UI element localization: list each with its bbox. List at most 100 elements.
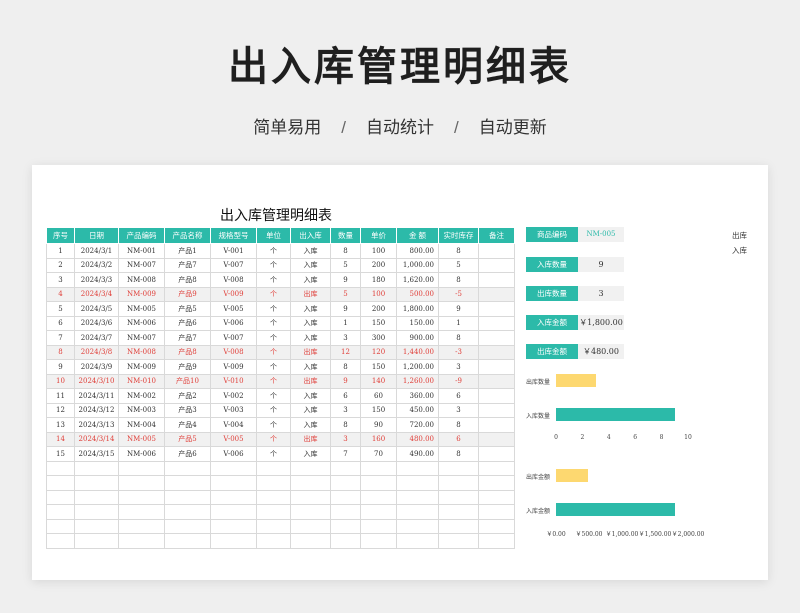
empty-cell[interactable] [46,460,75,476]
cell-note[interactable] [478,257,515,273]
empty-cell[interactable] [396,460,439,476]
cell-unit[interactable]: 个 [256,243,291,259]
cell-stock[interactable]: 5 [438,257,479,273]
cell-date[interactable]: 2024/3/15 [74,446,119,462]
cell-date[interactable]: 2024/3/10 [74,373,119,389]
cell-amount[interactable]: 1,440.00 [396,344,439,360]
empty-cell[interactable] [256,504,291,520]
cell-note[interactable] [478,315,515,331]
cell-note[interactable] [478,446,515,462]
cell-unit[interactable]: 个 [256,431,291,447]
cell-date[interactable]: 2024/3/1 [74,243,119,259]
cell-date[interactable]: 2024/3/3 [74,272,119,288]
cell-spec[interactable]: V-001 [210,243,257,259]
cell-price[interactable]: 70 [360,446,397,462]
product-code-select[interactable]: NM-005 [578,227,624,242]
empty-cell[interactable] [330,475,361,491]
cell-stock[interactable]: 8 [438,272,479,288]
cell-name[interactable]: 产品5 [164,431,211,447]
cell-spec[interactable]: V-006 [210,315,257,331]
cell-date[interactable]: 2024/3/9 [74,359,119,375]
cell-spec[interactable]: V-007 [210,330,257,346]
cell-price[interactable]: 180 [360,272,397,288]
cell-unit[interactable]: 个 [256,330,291,346]
cell-note[interactable] [478,243,515,259]
empty-cell[interactable] [164,504,211,520]
cell-stock[interactable]: -3 [438,344,479,360]
column-header[interactable]: 产品编码 [118,227,165,244]
cell-note[interactable] [478,330,515,346]
column-header[interactable]: 规格型号 [210,227,257,244]
cell-unit[interactable]: 个 [256,388,291,404]
empty-cell[interactable] [74,489,119,505]
cell-amount[interactable]: 1,260.00 [396,373,439,389]
cell-code[interactable]: NM-001 [118,243,165,259]
cell-date[interactable]: 2024/3/12 [74,402,119,418]
cell-no[interactable]: 2 [46,257,75,273]
cell-spec[interactable]: V-005 [210,301,257,317]
cell-spec[interactable]: V-002 [210,388,257,404]
cell-amount[interactable]: 900.00 [396,330,439,346]
cell-amount[interactable]: 360.00 [396,388,439,404]
empty-cell[interactable] [46,475,75,491]
column-header[interactable]: 产品名称 [164,227,211,244]
empty-cell[interactable] [256,475,291,491]
empty-cell[interactable] [290,518,331,534]
empty-cell[interactable] [360,460,397,476]
cell-stock[interactable]: 6 [438,431,479,447]
cell-stock[interactable]: 1 [438,315,479,331]
empty-cell[interactable] [478,475,515,491]
empty-cell[interactable] [210,489,257,505]
empty-cell[interactable] [478,460,515,476]
cell-price[interactable]: 150 [360,402,397,418]
cell-amount[interactable]: 450.00 [396,402,439,418]
cell-no[interactable]: 8 [46,344,75,360]
empty-cell[interactable] [74,475,119,491]
cell-qty[interactable]: 8 [330,243,361,259]
empty-cell[interactable] [330,518,361,534]
cell-type[interactable]: 入库 [290,301,331,317]
cell-code[interactable]: NM-005 [118,431,165,447]
cell-qty[interactable]: 6 [330,388,361,404]
cell-type[interactable]: 出库 [290,286,331,302]
cell-unit[interactable]: 个 [256,344,291,360]
cell-spec[interactable]: V-009 [210,286,257,302]
cell-price[interactable]: 200 [360,257,397,273]
empty-cell[interactable] [330,460,361,476]
empty-cell[interactable] [256,518,291,534]
cell-stock[interactable]: 3 [438,359,479,375]
empty-cell[interactable] [118,533,165,549]
cell-qty[interactable]: 3 [330,402,361,418]
cell-name[interactable]: 产品7 [164,257,211,273]
empty-cell[interactable] [438,475,479,491]
cell-price[interactable]: 120 [360,344,397,360]
empty-cell[interactable] [438,533,479,549]
empty-cell[interactable] [478,533,515,549]
cell-qty[interactable]: 9 [330,373,361,389]
cell-name[interactable]: 产品9 [164,286,211,302]
cell-price[interactable]: 90 [360,417,397,433]
cell-amount[interactable]: 800.00 [396,243,439,259]
empty-cell[interactable] [290,475,331,491]
cell-unit[interactable]: 个 [256,373,291,389]
empty-cell[interactable] [256,489,291,505]
cell-date[interactable]: 2024/3/7 [74,330,119,346]
cell-note[interactable] [478,388,515,404]
cell-name[interactable]: 产品6 [164,446,211,462]
cell-amount[interactable]: 1,000.00 [396,257,439,273]
cell-note[interactable] [478,272,515,288]
cell-unit[interactable]: 个 [256,402,291,418]
cell-name[interactable]: 产品6 [164,315,211,331]
cell-unit[interactable]: 个 [256,446,291,462]
column-header[interactable]: 序号 [46,227,75,244]
empty-cell[interactable] [74,518,119,534]
empty-cell[interactable] [396,533,439,549]
cell-date[interactable]: 2024/3/13 [74,417,119,433]
cell-name[interactable]: 产品2 [164,388,211,404]
empty-cell[interactable] [46,504,75,520]
cell-price[interactable]: 200 [360,301,397,317]
cell-qty[interactable]: 12 [330,344,361,360]
cell-spec[interactable]: V-008 [210,272,257,288]
cell-price[interactable]: 100 [360,286,397,302]
empty-cell[interactable] [118,518,165,534]
